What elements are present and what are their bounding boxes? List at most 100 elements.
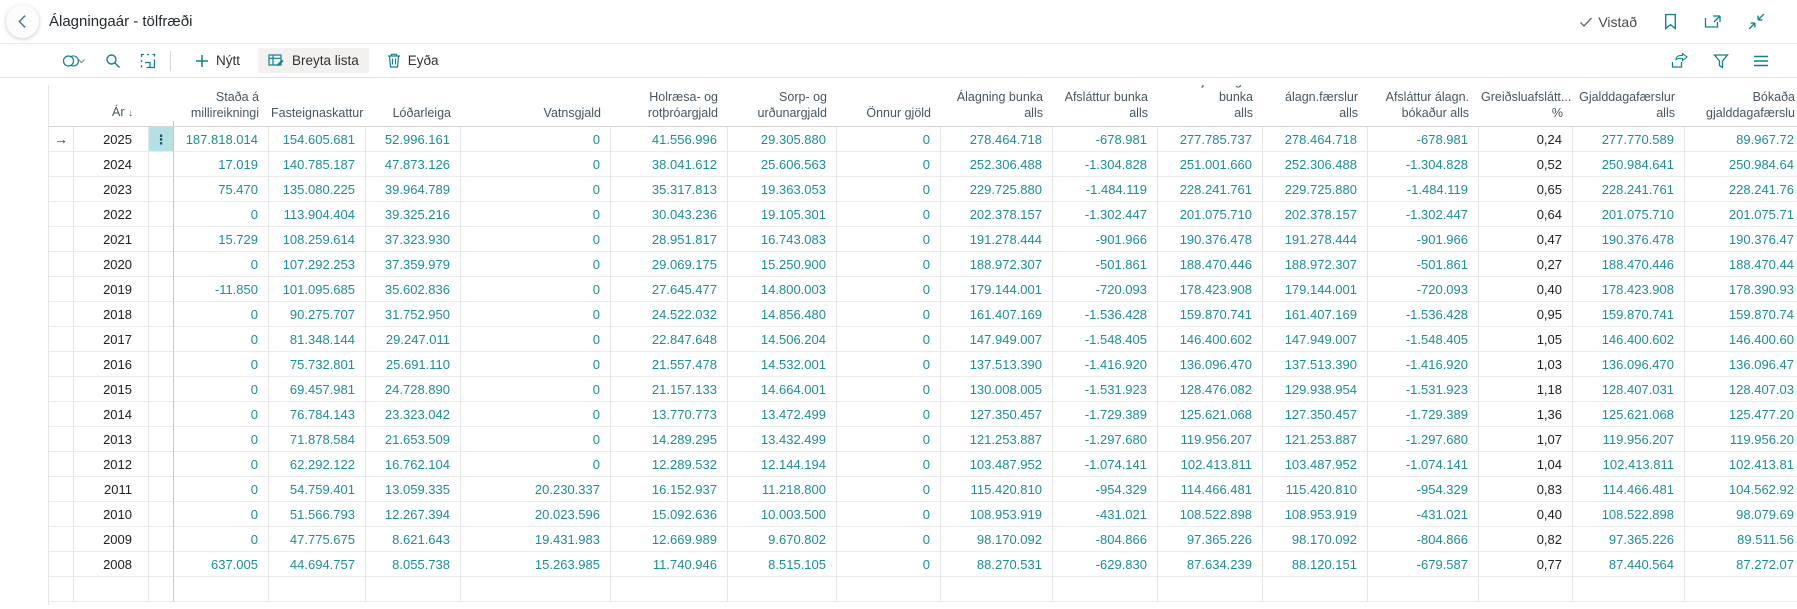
table-cell[interactable]: 8.621.643 [366,527,461,552]
table-cell[interactable]: 97.365.226 [1158,527,1263,552]
table-cell[interactable]: 115.420.810 [1263,477,1368,502]
row-menu-cell[interactable] [149,577,174,602]
table-cell[interactable]: 0,24 [1479,127,1573,152]
table-cell[interactable]: 0 [174,377,269,402]
table-cell[interactable] [366,577,461,602]
table-cell[interactable]: -501.861 [1368,252,1479,277]
table-cell[interactable]: -1.302.447 [1053,202,1158,227]
table-cell[interactable]: 103.487.952 [941,452,1053,477]
column-header[interactable]: Sorp- og urðunargjald [728,89,837,126]
table-cell[interactable]: 24.522.032 [611,302,728,327]
table-cell[interactable]: -1.416.920 [1053,352,1158,377]
table-cell[interactable] [1685,577,1797,602]
table-cell[interactable]: 12.289.532 [611,452,728,477]
row-selector-cell[interactable] [49,227,74,252]
table-cell[interactable]: -1.548.405 [1368,327,1479,352]
table-cell[interactable] [461,577,611,602]
row-menu-cell[interactable] [149,177,174,202]
table-cell[interactable]: 121.253.887 [1263,427,1368,452]
table-cell[interactable]: 0 [837,527,941,552]
table-cell[interactable]: 23.323.042 [366,402,461,427]
table-cell[interactable]: -1.536.428 [1368,302,1479,327]
column-header[interactable]: Bókaðar álagn.færslur alls [1263,85,1368,126]
table-cell[interactable]: 119.956.207 [1573,427,1685,452]
table-cell[interactable]: -1.548.405 [1053,327,1158,352]
table-cell[interactable]: -431.021 [1053,502,1158,527]
table-cell[interactable]: -1.297.680 [1368,427,1479,452]
table-cell[interactable]: 136.096.470 [1158,352,1263,377]
table-cell[interactable]: 190.376.478 [1158,227,1263,252]
table-cell[interactable]: 140.785.187 [269,152,366,177]
table-cell[interactable]: 128.407.031 [1573,377,1685,402]
table-cell[interactable] [1263,577,1368,602]
table-cell[interactable]: 0 [461,202,611,227]
table-cell[interactable]: 0 [461,377,611,402]
table-cell[interactable]: 0 [174,452,269,477]
table-cell[interactable]: 188.470.446 [1158,252,1263,277]
cell-year[interactable] [74,577,149,602]
table-cell[interactable]: -804.866 [1368,527,1479,552]
table-cell[interactable]: -1.531.923 [1053,377,1158,402]
table-cell[interactable]: 14.506.204 [728,327,837,352]
table-cell[interactable]: -679.587 [1368,552,1479,577]
table-cell[interactable]: 39.325.216 [366,202,461,227]
row-selector-cell[interactable] [49,452,74,477]
table-cell[interactable]: 0,52 [1479,152,1573,177]
table-cell[interactable]: 24.728.890 [366,377,461,402]
table-cell[interactable]: 12.144.194 [728,452,837,477]
cell-year[interactable]: 2009 [74,527,149,552]
table-cell[interactable]: 129.938.954 [1263,377,1368,402]
row-menu-cell[interactable] [149,202,174,227]
table-cell[interactable]: 202.378.157 [1263,202,1368,227]
delete-button[interactable]: Eyða [377,48,449,73]
table-cell[interactable]: 108.953.919 [941,502,1053,527]
table-cell[interactable]: 114.466.481 [1158,477,1263,502]
cell-year[interactable]: 2010 [74,502,149,527]
table-cell[interactable]: 29.247.011 [366,327,461,352]
table-cell[interactable]: 159.870.741 [1158,302,1263,327]
table-cell[interactable]: 0 [837,177,941,202]
row-menu-cell[interactable] [149,527,174,552]
table-cell[interactable]: 128.476.082 [1158,377,1263,402]
table-cell[interactable]: 0,65 [1479,177,1573,202]
row-menu-cell[interactable] [149,152,174,177]
table-cell[interactable]: 30.043.236 [611,202,728,227]
table-cell[interactable]: -1.531.923 [1368,377,1479,402]
table-cell[interactable]: 37.359.979 [366,252,461,277]
table-cell[interactable] [1368,577,1479,602]
table-cell[interactable]: 1,05 [1479,327,1573,352]
table-cell[interactable]: 39.964.789 [366,177,461,202]
table-cell[interactable]: 0 [461,327,611,352]
table-cell[interactable]: -720.093 [1368,277,1479,302]
table-cell[interactable] [611,577,728,602]
table-cell[interactable]: 136.096.47 [1685,352,1797,377]
table-cell[interactable]: 190.376.478 [1573,227,1685,252]
table-cell[interactable]: 125.477.20 [1685,402,1797,427]
table-cell[interactable]: 1,03 [1479,352,1573,377]
row-menu-cell[interactable] [149,502,174,527]
table-cell[interactable]: -1.304.828 [1368,152,1479,177]
row-selector-cell[interactable] [49,377,74,402]
column-header-year[interactable]: Ár ↓ [74,104,149,126]
table-cell[interactable]: -901.966 [1053,227,1158,252]
table-cell[interactable]: 0,82 [1479,527,1573,552]
table-cell[interactable]: 159.870.74 [1685,302,1797,327]
row-menu-cell[interactable] [149,352,174,377]
table-cell[interactable]: 127.350.457 [941,402,1053,427]
table-cell[interactable]: 31.752.950 [366,302,461,327]
column-header[interactable]: Afsláttur bunka alls [1053,89,1158,126]
table-cell[interactable]: 21.557.478 [611,352,728,377]
table-cell[interactable]: 0 [837,552,941,577]
table-cell[interactable]: 0 [174,202,269,227]
table-cell[interactable]: 88.270.531 [941,552,1053,577]
table-cell[interactable]: 98.170.092 [1263,527,1368,552]
table-cell[interactable]: 201.075.710 [1158,202,1263,227]
table-cell[interactable]: 87.634.239 [1158,552,1263,577]
row-selector-cell[interactable] [49,202,74,227]
table-cell[interactable]: -678.981 [1053,127,1158,152]
table-cell[interactable]: 0 [837,377,941,402]
table-cell[interactable]: -901.966 [1368,227,1479,252]
minimize-icon[interactable] [1748,13,1765,30]
cell-year[interactable]: 2017 [74,327,149,352]
table-cell[interactable]: 98.079.69 [1685,502,1797,527]
